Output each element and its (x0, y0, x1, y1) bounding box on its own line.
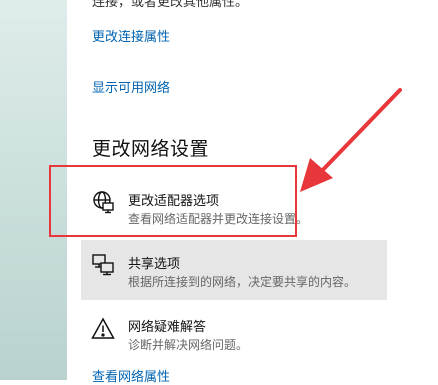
annotation-arrow (300, 88, 402, 192)
